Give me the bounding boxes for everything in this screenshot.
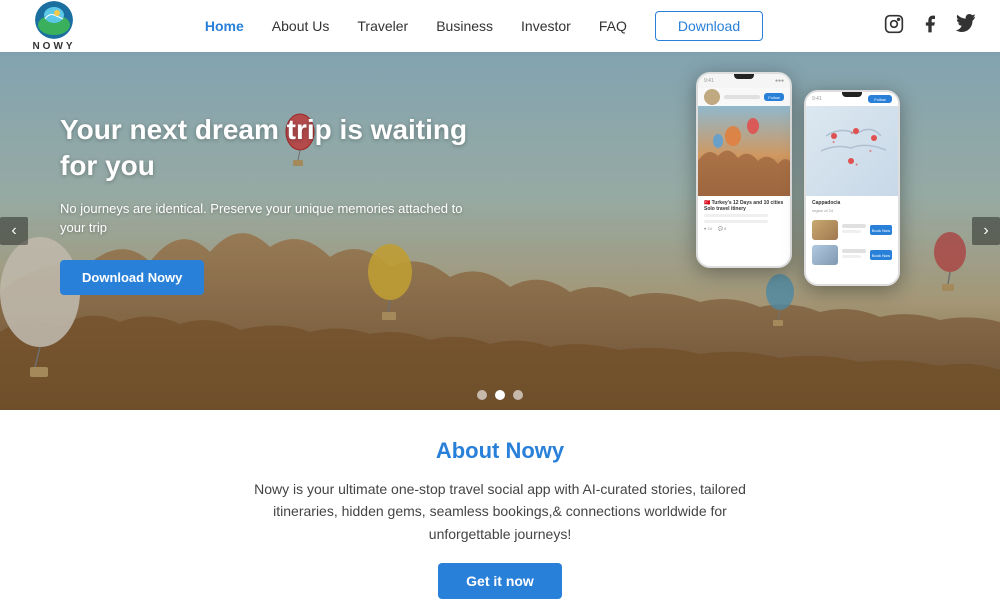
phone-map-area <box>806 106 898 196</box>
carousel-dot-2[interactable] <box>495 390 505 400</box>
facebook-icon[interactable] <box>920 14 940 39</box>
phone-item-lines-1 <box>842 224 866 236</box>
about-cta-button[interactable]: Get it now <box>438 563 562 599</box>
twitter-icon[interactable] <box>956 14 976 39</box>
hero-section: Your next dream trip is waiting for you … <box>0 52 1000 410</box>
hero-subtitle: No journeys are identical. Preserve your… <box>60 199 480 238</box>
phone-image-1 <box>698 106 790 196</box>
nav-traveler[interactable]: Traveler <box>357 18 408 34</box>
download-button[interactable]: Download <box>655 11 763 41</box>
instagram-icon[interactable] <box>884 14 904 39</box>
phone-screen-2: 9:41 Follow <box>806 92 898 284</box>
hero-title: Your next dream trip is waiting for you <box>60 112 480 185</box>
nav-links: Home About Us Traveler Business Investor… <box>205 11 763 41</box>
phone-list-item-1: Book Now <box>812 220 892 240</box>
phone-notch-2 <box>842 92 862 97</box>
hero-content: Your next dream trip is waiting for you … <box>60 112 480 295</box>
about-title: About Nowy <box>20 438 980 464</box>
nav-faq[interactable]: FAQ <box>599 18 627 34</box>
carousel-dot-3[interactable] <box>513 390 523 400</box>
phone-mockups: 9:41 ●●● Follow <box>696 72 900 286</box>
social-links <box>884 14 976 39</box>
nav-investor[interactable]: Investor <box>521 18 571 34</box>
logo-wordmark: NOWY <box>32 41 75 52</box>
logo[interactable]: NOWY <box>24 1 84 52</box>
about-section: About Nowy Nowy is your ultimate one-sto… <box>0 410 1000 599</box>
phone-list-area: Book Now Book Now <box>806 216 898 284</box>
phone-thumb-2 <box>812 245 838 265</box>
phone-thumb-1 <box>812 220 838 240</box>
phone-list-item-2: Book Now <box>812 245 892 265</box>
carousel-dot-1[interactable] <box>477 390 487 400</box>
nav-business[interactable]: Business <box>436 18 493 34</box>
hero-cta-button[interactable]: Download Nowy <box>60 260 204 295</box>
carousel-next-button[interactable]: › <box>972 217 1000 245</box>
logo-icon <box>35 1 73 39</box>
carousel-dots <box>477 390 523 400</box>
about-text: Nowy is your ultimate one-stop travel so… <box>250 478 750 545</box>
phone-mockup-1: 9:41 ●●● Follow <box>696 72 792 268</box>
phone-screen-1: 9:41 ●●● Follow <box>698 74 790 266</box>
nav-about[interactable]: About Us <box>272 18 330 34</box>
phone-notch-1 <box>734 74 754 79</box>
phone-mockup-2: 9:41 Follow <box>804 90 900 286</box>
phone-map-dots <box>806 106 898 196</box>
navbar: NOWY Home About Us Traveler Business Inv… <box>0 0 1000 52</box>
phone-item-lines-2 <box>842 249 866 261</box>
phone-content-1: 🇹🇷 Turkey's 12 Days and 10 cities Solo t… <box>698 196 790 266</box>
nav-home[interactable]: Home <box>205 18 244 34</box>
carousel-prev-button[interactable]: ‹ <box>0 217 28 245</box>
